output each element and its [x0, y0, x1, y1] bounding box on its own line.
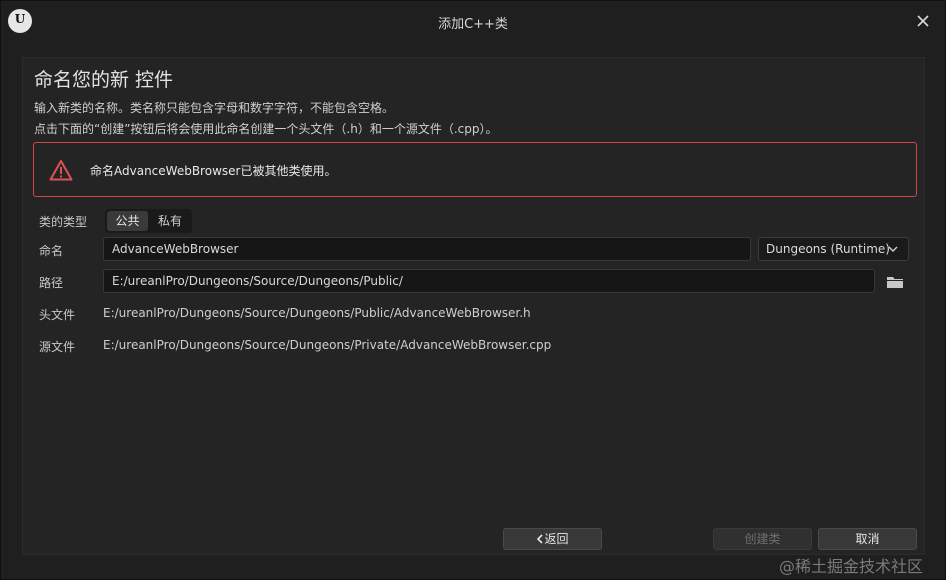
class-type-private-option[interactable]: 私有	[150, 211, 190, 231]
header-file-label: 头文件	[39, 308, 76, 322]
module-dropdown[interactable]: Dungeons (Runtime)	[758, 237, 909, 261]
folder-icon[interactable]	[886, 275, 904, 289]
error-message-box: 命名AdvanceWebBrowser已被其他类使用。	[33, 142, 917, 197]
class-type-toggle: 公共 私有	[105, 209, 192, 233]
close-button[interactable]	[913, 11, 933, 31]
class-type-label: 类的类型	[39, 215, 88, 229]
create-class-button[interactable]: 创建类	[713, 528, 812, 550]
name-label: 命名	[39, 244, 64, 258]
module-dropdown-value: Dungeons (Runtime)	[766, 242, 890, 256]
chevron-down-icon	[888, 246, 898, 252]
source-file-label: 源文件	[39, 340, 76, 354]
back-button[interactable]: 返回	[503, 528, 602, 550]
close-icon	[917, 15, 929, 27]
page-title: 命名您的新 控件	[34, 69, 174, 91]
path-label: 路径	[39, 276, 64, 290]
description-line-2: 点击下面的“创建”按钮后将会使用此命名创建一个头文件（.h）和一个源文件（.cp…	[34, 122, 498, 136]
content-panel: 命名您的新 控件 输入新类的名称。类名称只能包含字母和数字字符，不能包含空格。 …	[22, 57, 925, 555]
description-line-1: 输入新类的名称。类名称只能包含字母和数字字符，不能包含空格。	[34, 101, 395, 115]
class-type-public-option[interactable]: 公共	[107, 211, 148, 231]
class-name-input[interactable]: AdvanceWebBrowser	[103, 237, 751, 261]
watermark: @稀土掘金技术社区	[779, 557, 924, 576]
warning-triangle-icon	[49, 160, 73, 181]
window-title: 添加C++类	[438, 17, 508, 32]
header-file-path: E:/ureanlPro/Dungeons/Source/Dungeons/Pu…	[103, 306, 531, 320]
error-text: 命名AdvanceWebBrowser已被其他类使用。	[90, 164, 337, 178]
back-button-label: 返回	[544, 532, 569, 546]
cancel-button[interactable]: 取消	[818, 528, 917, 550]
title-bar[interactable]: U 添加C++类	[1, 1, 945, 41]
source-file-path: E:/ureanlPro/Dungeons/Source/Dungeons/Pr…	[103, 338, 552, 352]
add-cpp-class-dialog: U 添加C++类 命名您的新 控件 输入新类的名称。类名称只能包含字母和数字字符…	[0, 0, 946, 580]
path-input[interactable]: E:/ureanlPro/Dungeons/Source/Dungeons/Pu…	[103, 269, 875, 293]
